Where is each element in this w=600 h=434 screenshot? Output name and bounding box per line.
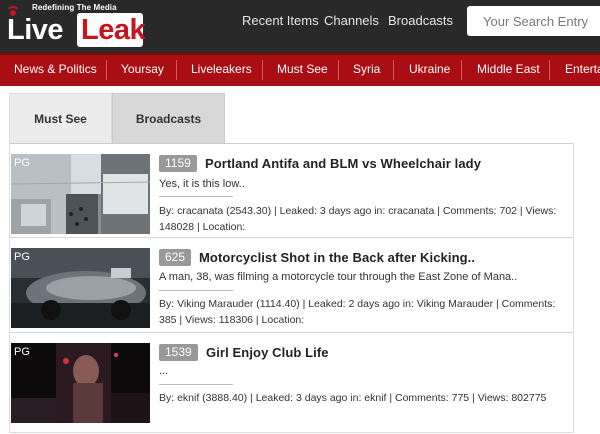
category-ukraine[interactable]: Ukraine [409,62,450,76]
item-count-badge: 625 [159,249,192,266]
list-item[interactable]: PG 1159 Portland Antifa and BLM vs Wheel… [10,144,573,238]
item-meta: By: Viking Marauder (1114.40) | Leaked: … [159,296,569,328]
search-box [467,6,600,36]
video-thumbnail[interactable]: PG [11,154,150,234]
category-liveleakers[interactable]: Liveleakers [191,62,252,76]
item-divider [159,290,233,291]
category-syria[interactable]: Syria [353,62,380,76]
thumbnail-image [11,248,150,328]
item-description: ... [159,365,169,377]
category-separator [393,60,394,80]
item-count-badge: 1539 [159,344,198,361]
rating-badge: PG [14,251,30,263]
top-header: Redefining The Media Live Leak Recent It… [0,0,600,53]
category-news-politics[interactable]: News & Politics [14,62,97,76]
thumbnail-image [11,154,150,234]
item-divider [159,196,233,197]
category-yoursay[interactable]: Yoursay [121,62,164,76]
item-title[interactable]: Girl Enjoy Club Life [206,345,329,360]
logo-tagline: Redefining The Media [32,3,117,12]
video-list: PG 1159 Portland Antifa and BLM vs Wheel… [9,143,574,433]
category-nav: News & Politics Yoursay Liveleakers Must… [0,53,600,86]
category-middle-east[interactable]: Middle East [477,62,540,76]
thumbnail-image [11,343,150,423]
item-count-badge: 1159 [159,155,197,172]
tab-broadcasts[interactable]: Broadcasts [112,93,225,143]
category-separator [338,60,339,80]
nav-broadcasts[interactable]: Broadcasts [388,13,453,31]
category-separator [262,60,263,80]
list-item[interactable]: PG 1539 Girl Enjoy Club Life ... By: ekn… [10,333,573,434]
item-title[interactable]: Motorcyclist Shot in the Back after Kick… [199,250,475,265]
item-meta-line: By: Viking Marauder (1114.40) | Leaked: … [159,298,556,310]
item-meta-line: 385 | Views: 118306 | Location: [159,314,305,326]
video-thumbnail[interactable]: PG [11,343,150,423]
item-meta-line: 148028 | Location: [159,221,246,233]
list-item[interactable]: PG 625 Motorcyclist Shot in the Back aft… [10,238,573,333]
video-thumbnail[interactable]: PG [11,248,150,328]
item-meta-line: By: cracanata (2543.30) | Leaked: 3 days… [159,205,557,217]
logo-word-leak: Leak [81,14,146,46]
category-separator [106,60,107,80]
category-must-see[interactable]: Must See [277,62,328,76]
search-input[interactable] [467,6,600,36]
item-meta: By: cracanata (2543.30) | Leaked: 3 days… [159,203,569,235]
nav-recent-items[interactable]: Recent Items [242,13,319,31]
category-entertainment[interactable]: Enterta [565,62,600,76]
nav-channels[interactable]: Channels [324,13,379,31]
item-title[interactable]: Portland Antifa and BLM vs Wheelchair la… [205,156,481,171]
liveleak-logo[interactable]: Redefining The Media Live Leak [0,0,146,53]
item-divider [159,384,233,385]
item-description: A man, 38, was filming a motorcycle tour… [159,271,518,283]
category-separator [549,60,550,80]
category-separator [176,60,177,80]
item-meta-line: By: eknif (3888.40) | Leaked: 3 days ago… [159,392,547,404]
item-description: Yes, it is this low.. [159,178,245,190]
category-separator [461,60,462,80]
rating-badge: PG [14,346,30,358]
item-meta: By: eknif (3888.40) | Leaked: 3 days ago… [159,390,569,406]
logo-word-live: Live [7,14,64,46]
tab-must-see[interactable]: Must See [9,93,112,143]
rating-badge: PG [14,157,30,169]
